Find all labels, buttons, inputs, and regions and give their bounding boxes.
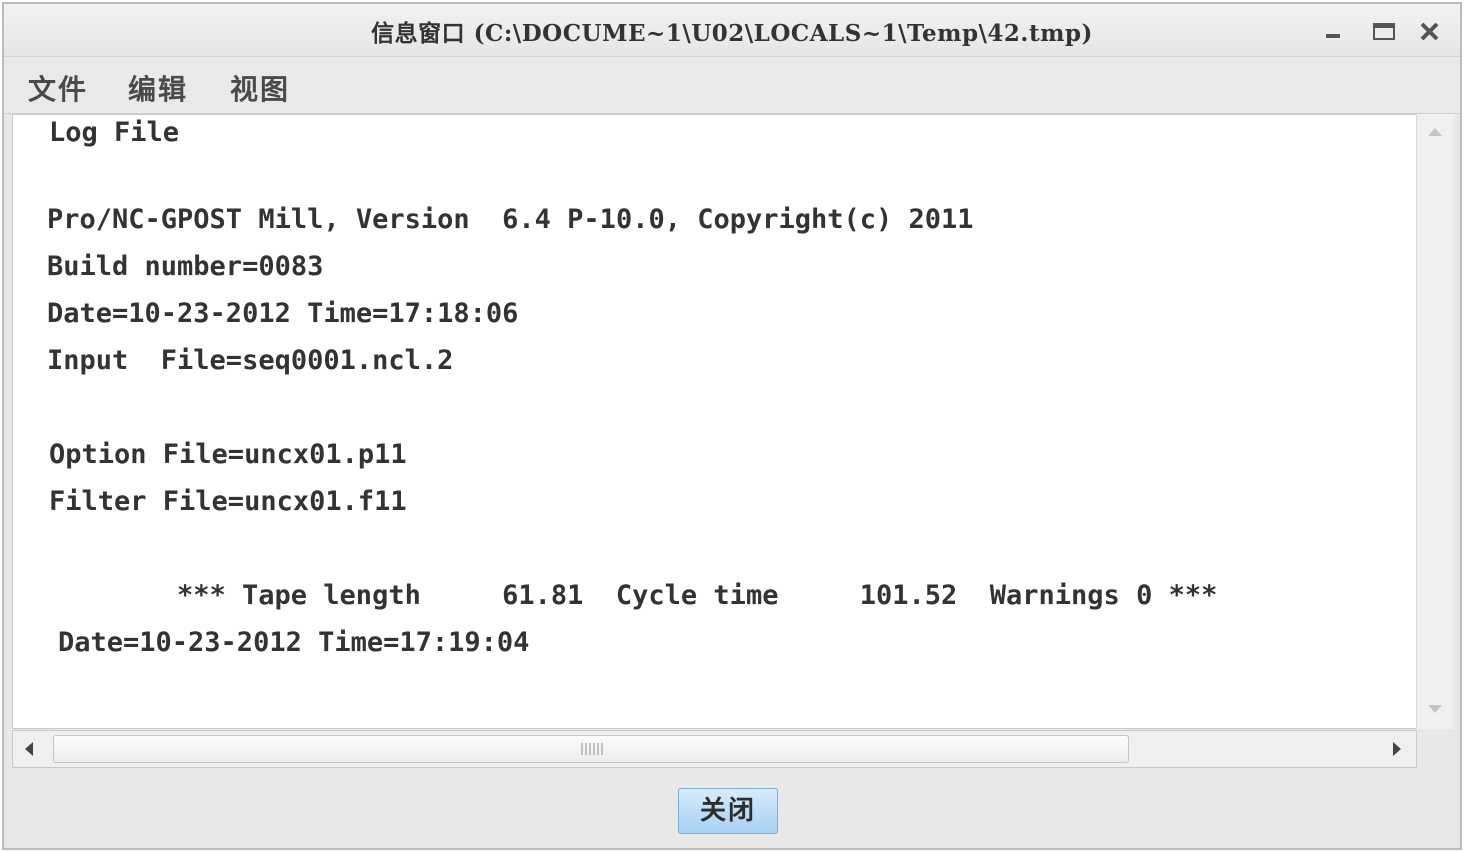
window-title: 信息窗口 (C:\DOCUME~1\U02\LOCALS~1\Temp\42.t… <box>371 20 1093 47</box>
arrow-down-icon[interactable] <box>1426 702 1444 716</box>
log-line: Pro/NC-GPOST Mill, Version 6.4 P-10.0, C… <box>47 204 974 235</box>
minimize-icon <box>1326 34 1340 38</box>
vertical-scrollbar[interactable] <box>1416 114 1454 729</box>
menu-file[interactable]: 文件 <box>28 68 88 108</box>
title-bar[interactable]: 信息窗口 (C:\DOCUME~1\U02\LOCALS~1\Temp\42.t… <box>4 4 1460 57</box>
log-line: *** Tape length 61.81 Cycle time 101.52 … <box>177 580 1218 611</box>
minimize-button[interactable] <box>1320 18 1348 46</box>
horizontal-scrollbar[interactable] <box>12 730 1417 768</box>
arrow-right-icon[interactable] <box>1389 740 1405 758</box>
maximize-button[interactable] <box>1370 18 1398 46</box>
menu-edit[interactable]: 编辑 <box>128 68 188 108</box>
log-line: Option File=uncx01.p11 <box>49 439 407 470</box>
menu-view[interactable]: 视图 <box>230 68 290 108</box>
grip-icon <box>581 743 603 755</box>
log-line: Filter File=uncx01.f11 <box>49 486 407 517</box>
menu-bar: 文件 编辑 视图 <box>4 57 1460 114</box>
log-line: Date=10-23-2012 Time=17:19:04 <box>58 627 530 658</box>
info-window: 信息窗口 (C:\DOCUME~1\U02\LOCALS~1\Temp\42.t… <box>2 2 1462 850</box>
log-line: Log File <box>49 117 180 148</box>
close-window-button[interactable] <box>1416 18 1444 46</box>
log-text-area[interactable]: Log File Pro/NC-GPOST Mill, Version 6.4 … <box>12 114 1417 729</box>
close-button[interactable]: 关闭 <box>678 788 778 834</box>
arrow-left-icon[interactable] <box>21 740 37 758</box>
arrow-up-icon[interactable] <box>1426 124 1444 138</box>
scroll-thumb[interactable] <box>53 735 1129 763</box>
log-line: Input File=seq0001.ncl.2 <box>47 345 454 376</box>
maximize-icon <box>1373 23 1395 40</box>
close-icon <box>1420 22 1439 41</box>
log-line: Build number=0083 <box>47 251 324 282</box>
log-line: Date=10-23-2012 Time=17:18:06 <box>47 298 519 329</box>
